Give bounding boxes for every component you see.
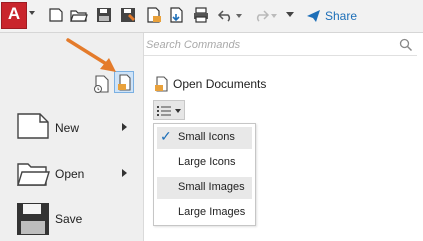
annotation-arrow-icon bbox=[66, 38, 116, 72]
save-large-icon bbox=[17, 203, 49, 235]
view-options-button[interactable] bbox=[153, 100, 185, 120]
open-documents-header-icon bbox=[155, 76, 168, 92]
submenu-arrow-icon bbox=[122, 123, 127, 131]
view-option-small-images[interactable]: Small Images bbox=[157, 177, 252, 199]
application-menu-button[interactable]: A bbox=[1, 2, 27, 29]
view-option-small-icons[interactable]: ✓ Small Icons bbox=[157, 127, 252, 149]
view-option-large-icons[interactable]: Large Icons bbox=[157, 152, 252, 174]
share-icon bbox=[307, 10, 320, 22]
save-icon[interactable] bbox=[95, 6, 113, 24]
redo-dropdown-icon[interactable] bbox=[271, 14, 277, 18]
chevron-down-icon bbox=[175, 109, 181, 113]
save-as-icon[interactable] bbox=[119, 6, 137, 24]
checkmark-icon: ✓ bbox=[160, 128, 172, 144]
app-menu-caret-icon[interactable] bbox=[29, 11, 35, 15]
search-icon[interactable] bbox=[399, 38, 413, 52]
view-option-large-images[interactable]: Large Images bbox=[157, 202, 252, 224]
customize-dropdown-icon[interactable] bbox=[286, 12, 294, 17]
redo-icon[interactable] bbox=[252, 6, 270, 24]
menu-item-label: New bbox=[55, 121, 80, 135]
open-from-web-icon[interactable] bbox=[145, 6, 163, 24]
menu-item-label: Save bbox=[55, 212, 83, 226]
undo-icon[interactable] bbox=[217, 6, 235, 24]
view-option-label: Large Icons bbox=[178, 156, 236, 168]
open-folder-icon[interactable] bbox=[70, 6, 88, 24]
new-document-icon bbox=[17, 113, 49, 139]
app-letter: A bbox=[7, 4, 21, 23]
quick-access-toolbar: A Share bbox=[0, 0, 423, 33]
share-button[interactable]: Share bbox=[306, 8, 357, 24]
menu-item-new[interactable]: New bbox=[0, 108, 143, 148]
open-documents-title: Open Documents bbox=[173, 77, 267, 91]
view-option-label: Large Images bbox=[178, 206, 246, 218]
share-label: Share bbox=[325, 9, 358, 23]
list-view-icon bbox=[157, 106, 171, 116]
view-options-dropdown: ✓ Small Icons Large Icons Small Images L… bbox=[153, 123, 256, 226]
new-file-icon[interactable] bbox=[48, 6, 66, 24]
search-commands-field[interactable]: Search Commands bbox=[144, 36, 417, 56]
view-option-label: Small Images bbox=[178, 181, 245, 193]
submenu-arrow-icon bbox=[122, 169, 127, 177]
view-option-label: Small Icons bbox=[178, 131, 235, 143]
menu-item-open[interactable]: Open bbox=[0, 154, 143, 194]
print-icon[interactable] bbox=[192, 6, 210, 24]
menu-item-save[interactable]: Save bbox=[0, 199, 143, 239]
undo-dropdown-icon[interactable] bbox=[236, 14, 242, 18]
open-folder-large-icon bbox=[17, 163, 50, 186]
menu-item-label: Open bbox=[55, 167, 85, 181]
open-documents-icon bbox=[118, 74, 131, 91]
save-to-web-icon[interactable] bbox=[168, 6, 186, 24]
search-placeholder: Search Commands bbox=[146, 39, 241, 51]
recent-documents-icon[interactable] bbox=[93, 74, 111, 94]
